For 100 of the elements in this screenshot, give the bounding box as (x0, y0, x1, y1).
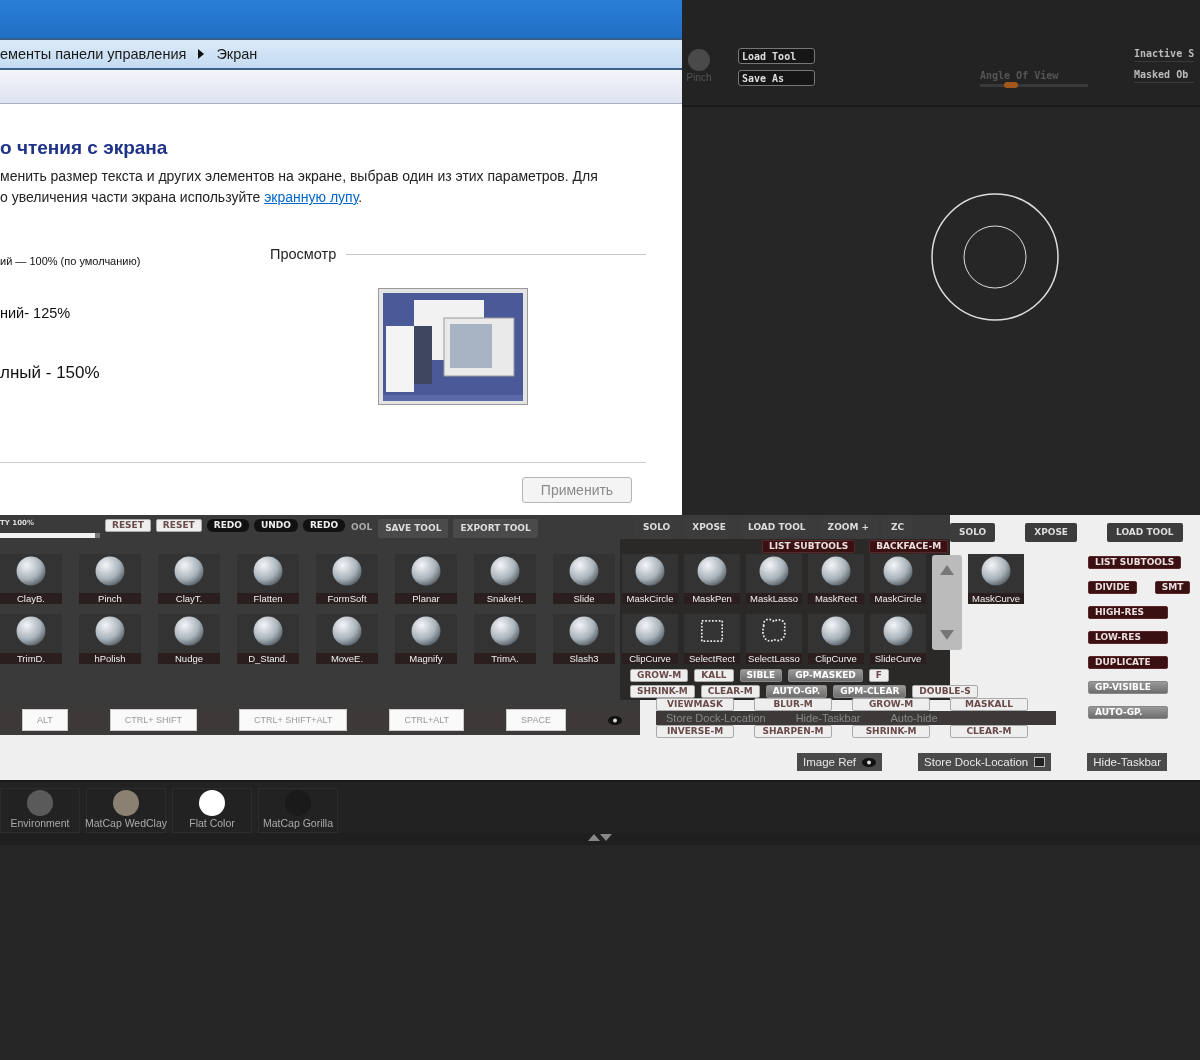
brush-icon (488, 614, 522, 648)
size-option[interactable]: лный - 150% (0, 363, 270, 383)
brush-tile[interactable]: D_Stand. (237, 614, 299, 664)
brush-tile[interactable]: hPolish (79, 614, 141, 664)
address-bar[interactable]: ементы панели управления Экран (0, 38, 682, 70)
brush-tile[interactable]: Nudge (158, 614, 220, 664)
brush-tile[interactable]: SelectRect (684, 614, 740, 664)
brush-icon (172, 614, 206, 648)
brush-tile[interactable]: Planar (395, 554, 457, 604)
tool-button[interactable]: SHRINK-M (630, 685, 695, 698)
brush-icon (695, 554, 729, 588)
description-text: менить размер текста и других элементов на экране, выбрав один из этих параметров. Для о увеличения части экрана используйте экранную лупу. (0, 167, 599, 207)
brush-tile[interactable]: SelectLasso (746, 614, 802, 664)
brush-tile[interactable]: Flatten (237, 554, 299, 604)
tool-button[interactable]: UNDO (253, 519, 298, 532)
panel-tab[interactable]: SOLO (950, 523, 996, 542)
brush-tile[interactable]: MoveE. (316, 614, 378, 664)
option-label[interactable]: Masked Ob (1134, 69, 1195, 83)
brush-tile[interactable]: MaskCircle (622, 554, 678, 604)
tool-button[interactable]: GROW-M (630, 669, 689, 682)
brush-icon (330, 554, 364, 588)
brush-tile[interactable]: Slide (553, 554, 615, 604)
brush-tile[interactable]: MaskCurve (968, 554, 1024, 604)
brush-tile[interactable]: TrimD. (0, 614, 62, 664)
eye-icon[interactable] (607, 715, 622, 725)
mask-button[interactable]: CLEAR-M (950, 725, 1028, 738)
material-sphere-icon (112, 789, 140, 817)
tool-button[interactable]: GPM-CLEAR (833, 685, 907, 698)
brush-icon (488, 554, 522, 588)
brush-icon (881, 554, 915, 588)
tool-button[interactable]: Load Tool (738, 48, 815, 64)
tool-button[interactable]: GP-MASKED (788, 669, 863, 682)
tool-button[interactable]: REDO (206, 519, 249, 532)
toolbar-label[interactable]: OOL (350, 519, 374, 536)
scroll-buttons[interactable] (932, 555, 962, 650)
brush-icon (251, 554, 285, 588)
panel-tab[interactable]: XPOSE (1025, 523, 1078, 542)
expand-arrows-icon[interactable] (588, 833, 612, 841)
breadcrumb-item[interactable]: ементы панели управления (0, 46, 187, 62)
mask-button[interactable]: BLUR-M (754, 698, 832, 711)
tool-button[interactable]: LIST SUBTOOLS (762, 540, 856, 553)
tool-button[interactable]: DOUBLE-S (912, 685, 978, 698)
tool-button[interactable]: F (868, 669, 889, 682)
brush-tile[interactable]: ClipCurve (622, 614, 678, 664)
brush-tile[interactable]: MaskCircle (870, 554, 926, 604)
brush-tile[interactable]: SnakeH. (474, 554, 536, 604)
brush-tile[interactable]: ClayT. (158, 554, 220, 604)
tool-button[interactable]: DUPLICATE (1088, 656, 1168, 669)
brush-tile[interactable]: TrimA. (474, 614, 536, 664)
tool-button[interactable]: SMT (1154, 581, 1191, 594)
option-label[interactable]: Inactive S (1134, 48, 1195, 62)
brush-tile[interactable]: Pinch (79, 554, 141, 604)
size-option[interactable]: ий — 100% (по умолчанию) (0, 255, 270, 267)
up-arrow-icon[interactable] (940, 565, 954, 575)
mask-button[interactable]: SHRINK-M (852, 725, 930, 738)
tool-button[interactable]: Save As (738, 70, 815, 86)
brush-tile[interactable]: ClipCurve (808, 614, 864, 664)
brush-tile[interactable]: MaskLasso (746, 554, 802, 604)
mask-button[interactable]: VIEWMASK (656, 698, 734, 711)
material-tile[interactable]: MatCap Gorilla (258, 788, 338, 833)
tool-button[interactable]: LIST SUBTOOLS (1088, 556, 1182, 569)
brush-tile[interactable]: MaskPen (684, 554, 740, 604)
dock-button[interactable]: Store Dock-Location (918, 753, 1052, 771)
tool-button[interactable]: BACKFACE-M (869, 540, 949, 553)
tool-button[interactable]: AUTO-GP. (765, 685, 828, 698)
dock-button[interactable]: Image Ref (797, 753, 883, 771)
tool-button[interactable]: EXPORT TOOL (453, 519, 538, 538)
brush-tile[interactable]: ClayB. (0, 554, 62, 604)
brush-icon (409, 614, 443, 648)
tool-button[interactable]: RESET (105, 519, 151, 532)
material-tile[interactable]: MatCap WedClay (86, 788, 166, 833)
material-tile[interactable]: Environment (0, 788, 80, 833)
tool-button[interactable]: LOW-RES (1088, 631, 1168, 644)
mask-button[interactable]: GROW-M (852, 698, 930, 711)
brush-tile[interactable]: MaskRect (808, 554, 864, 604)
tool-button[interactable]: SIBLE (739, 669, 783, 682)
material-tile[interactable]: Flat Color (172, 788, 252, 833)
panel-tab[interactable]: LOAD TOOL (1107, 523, 1183, 542)
size-option[interactable]: ний- 125% (0, 305, 270, 321)
brush-tile[interactable]: Magnify (395, 614, 457, 664)
brush-tile[interactable]: Slash3 (553, 614, 615, 664)
tool-button[interactable]: CLEAR-M (700, 685, 760, 698)
down-arrow-icon[interactable] (940, 630, 954, 640)
tool-button[interactable]: SAVE TOOL (378, 519, 449, 538)
tool-button[interactable]: RESET (155, 519, 202, 532)
tool-button[interactable]: GP-VISIBLE (1088, 681, 1168, 694)
mask-button[interactable]: MASKALL (950, 698, 1028, 711)
mask-button[interactable]: SHARPEN-M (754, 725, 832, 738)
tool-button[interactable]: REDO (302, 519, 346, 532)
tool-button[interactable]: HIGH-RES (1088, 606, 1168, 619)
tool-button[interactable]: AUTO-GP. (1088, 706, 1168, 719)
brush-tile[interactable]: FormSoft (316, 554, 378, 604)
slider-thumb[interactable] (1003, 82, 1018, 88)
brush-icon (567, 554, 601, 588)
tool-button[interactable]: DIVIDE (1088, 581, 1137, 594)
breadcrumb-item[interactable]: Экран (216, 46, 258, 62)
dock-button[interactable]: Hide-Taskbar (1087, 753, 1167, 771)
tool-button[interactable]: KALL (694, 669, 734, 682)
mask-button[interactable]: INVERSE-M (656, 725, 734, 738)
brush-tile[interactable]: SlideCurve (870, 614, 926, 664)
